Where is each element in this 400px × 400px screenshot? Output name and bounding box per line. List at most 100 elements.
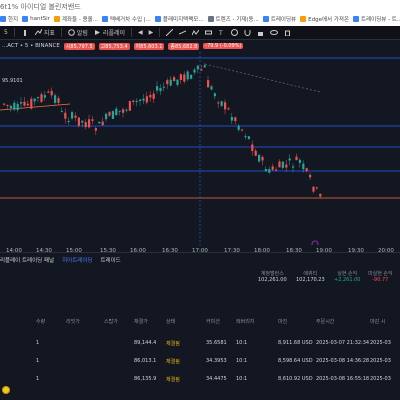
candle-body [319,193,322,197]
candle-body [98,121,101,124]
candle-body [84,122,87,128]
tab-trade[interactable]: 트레이드 [100,256,120,264]
candle-body [54,95,57,103]
bookmark-icon [0,16,6,22]
table-header[interactable]: 채결가 [134,318,148,325]
symbol-legend: ...ACT • 5 • BINANCE 시85,797.5 고85,753.4… [0,40,400,52]
bookmark-item[interactable]: 플래미지택팩모... [154,15,204,23]
candle-body [132,100,135,102]
table-cell: 체결됨 [166,377,180,383]
bookmark-item[interactable]: hantSir [22,16,50,22]
table-row[interactable]: 1 86,135.9 체결됨 34.4475 10:1 8,610.92 USD 2025-… [0,372,400,388]
table-cell: 2025-03 [370,358,391,364]
bookmark-label: 플래미지택팩모... [162,17,204,23]
table-header[interactable]: 마진 [278,318,287,325]
bookmark-icon [22,16,29,22]
table-header[interactable]: 주문시간 [316,318,334,325]
table-cell: 34.3953 [206,358,227,364]
candle-body [159,88,162,92]
bookmarks-bar: 한지 hantSir 계좌들 - 용올... 텍배거차 수입 |... 플래미지택팩모.… [0,13,400,25]
symbol-name[interactable]: ...ACT • 5 • BINANCE [2,43,60,49]
table-header[interactable]: 커미션 [206,318,220,325]
bookmark-item[interactable]: Edge에서 가져온 [300,15,349,23]
candle-body [193,69,196,73]
candle-body [217,102,220,104]
candle-body [26,103,29,106]
indicators-button[interactable]: 지표 [34,28,55,37]
table-cell: 2025-03-07 21:32:34 [316,340,370,346]
candle-body [203,65,206,68]
table-row[interactable]: 1 86,013.1 체결됨 34.3953 10:1 8,598.64 USD 2025-… [0,354,400,370]
table-header[interactable]: 레버리지 [236,318,254,325]
table-cell: 2025-03 [370,340,391,346]
orders-table: 수량 리밋가 스탑가 채결가 상태 커미션 레버리지 마진 주문시간 마감 시 1 89,144.4 체… [0,310,400,400]
text-tool[interactable]: T [218,29,225,36]
bookmark-item[interactable]: 트레이딩뷰 [262,15,296,23]
candle-body [47,91,50,93]
candle-body [213,93,216,97]
candle-body [315,187,318,189]
bookmark-item[interactable]: 트렌즈 - 기재(동... [207,15,259,23]
candle-body [244,136,247,138]
bookmark-item[interactable]: 트레이딩뷰 - 트... [353,15,400,23]
candle-body [309,174,312,178]
next-button[interactable]: ▶ [149,29,154,36]
table-cell: 1 [36,376,40,382]
line-tool[interactable] [179,29,187,36]
candle-body [251,144,254,151]
bookmark-icon [207,16,214,22]
candle-body [40,94,43,102]
table-header[interactable]: 수량 [36,318,45,325]
chat-icon[interactable] [2,386,10,394]
table-row[interactable]: 1 89,144.4 체결됨 35.6581 10:1 8,911.68 USD 2025-… [0,336,400,352]
candle-body [23,101,26,106]
candle-body [278,161,281,168]
candle-body [105,113,108,120]
candle-body [176,79,179,85]
table-header[interactable]: 스탑가 [104,318,118,325]
candle-body [224,102,227,110]
price-chart[interactable]: 95.9101 [0,52,400,245]
bookmark-item[interactable]: 계좌들 - 용올... [53,15,98,23]
interval-button[interactable]: 5 [4,29,8,36]
bookmark-item[interactable]: 한지 [0,15,18,23]
candle-body [88,119,91,128]
candle-body [33,98,36,102]
pattern-tool[interactable] [192,29,200,36]
table-cell: 34.4475 [206,376,227,382]
candle-body [298,159,301,163]
candle-body [162,86,165,88]
table-cell: 1 [36,340,40,346]
ruler-icon [205,30,213,35]
ohlc-open: 시85,797.5 [63,42,95,50]
table-header[interactable]: 리밋가 [66,318,80,325]
pencil-tool[interactable] [166,29,174,36]
magnet-tool[interactable] [244,29,251,36]
table-cell: 2025-03-08 14:36:28 [316,358,370,364]
bookmark-label: hantSir [30,16,50,22]
lock-tool[interactable] [257,29,264,36]
balance-cell: 계정밸런스 102,261.00 [258,271,287,283]
table-cell: 2025-03 [370,376,391,382]
table-cell: 1 [36,358,40,364]
bookmark-item[interactable]: 텍배거차 수입 |... [101,15,151,23]
replay-button[interactable]: 리플레이 [94,28,125,37]
table-header[interactable]: 마감 시 [370,318,385,325]
indicator-icon [34,29,42,36]
tab-replay-trading[interactable]: 리플레이 트레이딩 패널 [0,256,54,264]
emoji-tool[interactable] [231,29,239,36]
trash-tool[interactable] [284,29,291,36]
realized-pnl-cell: 실현 손익 +2,261.00 [334,271,361,283]
candle-body [43,95,46,98]
eye-tool[interactable] [270,29,279,36]
candle-body [57,98,60,103]
bookmark-icon [300,16,307,22]
prev-button[interactable]: ◀ [138,29,143,36]
table-header[interactable]: 상태 [166,318,175,325]
alert-button[interactable]: 알림 [68,28,88,37]
candle-body [20,102,23,104]
bookmark-label: 계좌들 - 용올... [61,17,98,23]
ruler-tool[interactable] [205,29,213,36]
candle-type-button[interactable] [21,29,29,37]
tab-hear-trading[interactable]: 히어트레이딩 [62,256,92,264]
